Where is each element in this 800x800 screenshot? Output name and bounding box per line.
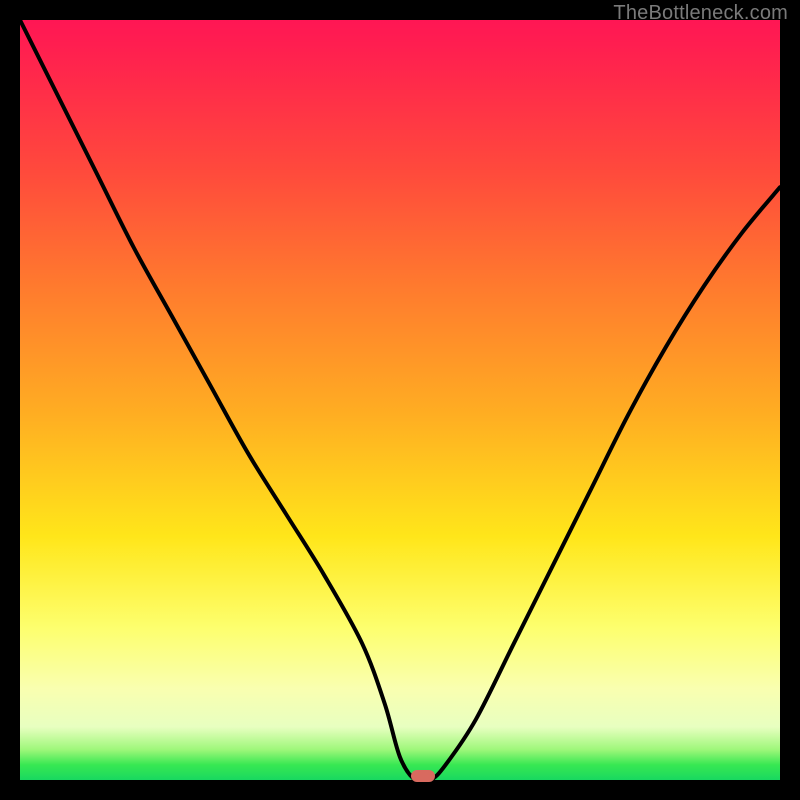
bottleneck-curve	[20, 20, 780, 780]
minimum-marker	[411, 770, 435, 782]
plot-area	[20, 20, 780, 780]
chart-frame: TheBottleneck.com	[0, 0, 800, 800]
watermark-text: TheBottleneck.com	[613, 2, 788, 25]
